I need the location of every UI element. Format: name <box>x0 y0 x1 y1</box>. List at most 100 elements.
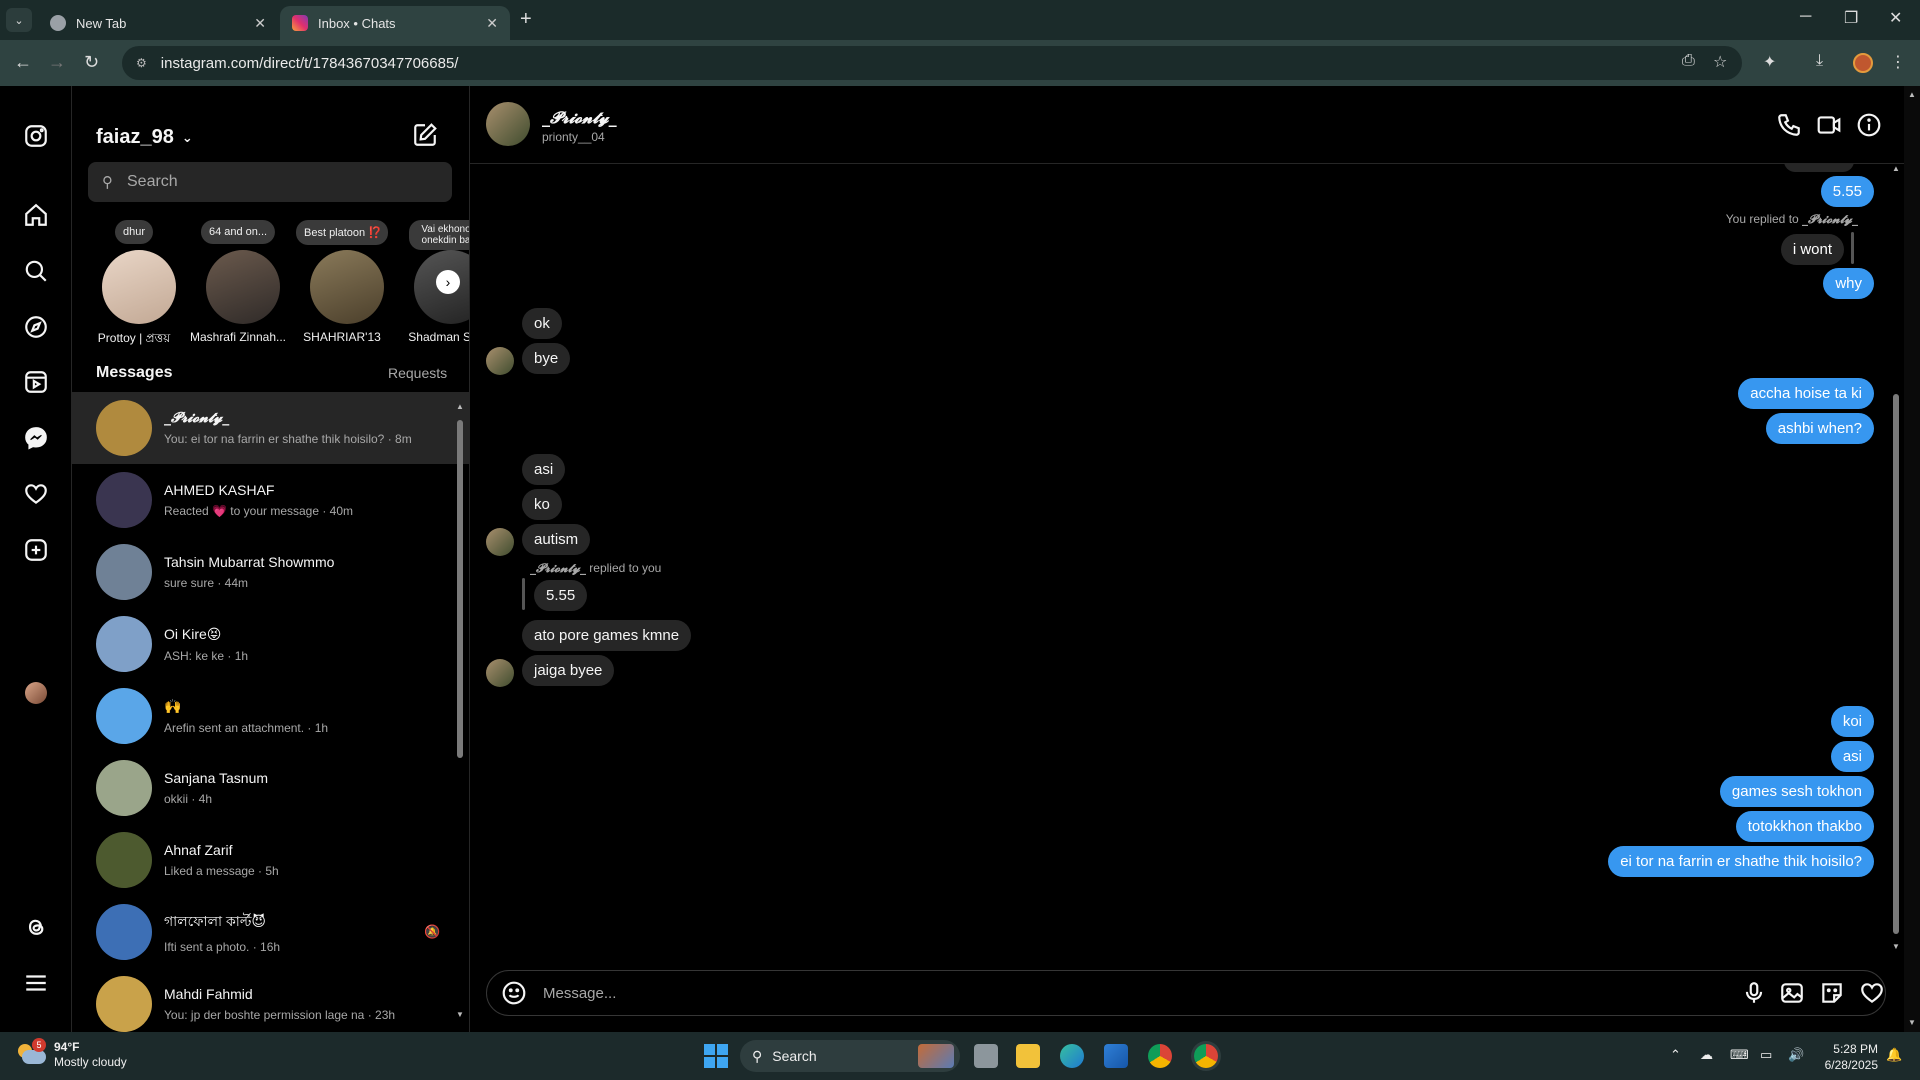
scrollbar-thumb[interactable] <box>457 420 463 758</box>
threads-icon[interactable] <box>22 913 50 941</box>
conversation-row[interactable]: Oi Kire😝 ASH: ke ke · 1h <box>72 608 469 680</box>
create-plus-icon[interactable] <box>22 536 50 564</box>
reload-icon[interactable]: ↻ <box>84 52 99 73</box>
new-message-compose-icon[interactable] <box>412 122 438 153</box>
close-window-icon[interactable]: ✕ <box>1889 8 1902 28</box>
message-bubble-outgoing[interactable]: 5.55 <box>1820 176 1874 207</box>
notification-bell-icon[interactable]: 🔔 <box>1886 1047 1902 1063</box>
chrome-icon[interactable] <box>1148 1044 1172 1068</box>
scrollbar-thumb[interactable] <box>1893 394 1899 934</box>
conversation-row[interactable]: 🙌 Arefin sent an attachment. · 1h <box>72 680 469 752</box>
message-bubble-outgoing[interactable]: ashbi when? <box>1765 413 1874 444</box>
bookmark-star-icon[interactable]: ☆ <box>1713 52 1727 72</box>
scroll-down-arrow-icon[interactable]: ▼ <box>456 1010 464 1019</box>
thread-scrollbar[interactable]: ▲ ▼ <box>1890 164 1902 954</box>
attach-image-icon[interactable] <box>1779 980 1805 1006</box>
voice-microphone-icon[interactable] <box>1741 980 1767 1006</box>
tab-new-tab[interactable]: New Tab ✕ <box>38 6 278 40</box>
browser-profile-avatar[interactable] <box>1853 53 1873 73</box>
new-tab-plus-icon[interactable]: + <box>520 8 532 31</box>
address-bar[interactable]: ⚙ instagram.com/direct/t/178436703477066… <box>122 46 1742 80</box>
message-bubble-incoming[interactable]: ok <box>522 308 562 339</box>
conversation-row[interactable]: AHMED KASHAF Reacted 💗 to your message · … <box>72 464 469 536</box>
page-scrollbar[interactable]: ▲ ▼ <box>1904 86 1920 1032</box>
conversation-row[interactable]: গালফোলা কার্ল্ট😈 Ifti sent a photo. · 16h… <box>72 896 469 968</box>
onedrive-icon[interactable]: ☁ <box>1700 1047 1713 1063</box>
message-input[interactable]: Message... <box>486 970 1886 1016</box>
search-input[interactable]: ⚲ Search <box>88 162 452 202</box>
scroll-down-arrow-icon[interactable]: ▼ <box>1892 942 1900 951</box>
forward-arrow-icon[interactable]: → <box>48 52 66 73</box>
scroll-down-arrow-icon[interactable]: ▼ <box>1908 1018 1916 1027</box>
message-bubble-incoming[interactable]: asi <box>522 454 566 485</box>
message-bubble-outgoing[interactable]: koi <box>1830 706 1874 737</box>
tray-overflow-chevron-icon[interactable]: ⌃ <box>1670 1047 1681 1063</box>
file-explorer-icon[interactable] <box>1016 1044 1040 1068</box>
message-bubble-incoming[interactable]: ko <box>522 489 562 520</box>
windows-start-icon[interactable] <box>704 1044 728 1068</box>
conversation-row[interactable]: Sanjana Tasnum okkii · 4h <box>72 752 469 824</box>
message-bubble-outgoing[interactable]: asi <box>1830 741 1874 772</box>
emoji-picker-icon[interactable] <box>501 980 527 1006</box>
conversation-list-scrollbar[interactable]: ▲ ▼ <box>456 402 464 1019</box>
message-bubble-incoming[interactable]: bye <box>522 343 571 374</box>
explore-compass-icon[interactable] <box>22 313 50 341</box>
video-call-icon[interactable] <box>1816 112 1842 138</box>
browser-menu-icon[interactable]: ⋮ <box>1890 52 1906 72</box>
sticker-icon[interactable] <box>1819 980 1845 1006</box>
volume-icon[interactable]: 🔊 <box>1788 1047 1804 1063</box>
search-icon[interactable] <box>22 257 50 285</box>
chat-partner-name[interactable]: _𝓟𝓻𝓲𝓸𝓷𝓽𝔂_ <box>542 108 617 128</box>
back-arrow-icon[interactable]: ← <box>14 52 32 73</box>
message-bubble-incoming[interactable]: autism <box>522 524 591 555</box>
conversation-info-icon[interactable] <box>1856 112 1882 138</box>
notifications-heart-icon[interactable] <box>22 480 50 508</box>
message-bubble-outgoing[interactable]: why <box>1823 268 1874 299</box>
audio-call-phone-icon[interactable] <box>1776 112 1802 138</box>
close-tab-icon[interactable]: ✕ <box>486 15 498 32</box>
scroll-up-arrow-icon[interactable]: ▲ <box>1892 164 1900 173</box>
account-switcher[interactable]: faiaz_98 ⌄ <box>96 126 193 149</box>
system-clock[interactable]: 5:28 PM 6/28/2025 <box>1810 1041 1878 1073</box>
chrome-active-icon[interactable] <box>1194 1044 1218 1068</box>
chat-partner-avatar[interactable] <box>486 102 530 146</box>
like-heart-icon[interactable] <box>1859 980 1885 1006</box>
extensions-puzzle-icon[interactable]: ✦ <box>1763 52 1776 72</box>
task-view-icon[interactable] <box>974 1044 998 1068</box>
close-tab-icon[interactable]: ✕ <box>254 15 266 32</box>
download-icon[interactable]: ⤓ <box>1816 52 1823 70</box>
scroll-up-arrow-icon[interactable]: ▲ <box>456 402 464 411</box>
restore-icon[interactable]: ❐ <box>1844 8 1858 28</box>
microsoft-store-icon[interactable] <box>1104 1044 1128 1068</box>
conversation-row[interactable]: Ahnaf Zarif Liked a message · 5h <box>72 824 469 896</box>
edge-browser-icon[interactable] <box>1060 1044 1084 1068</box>
conversation-row[interactable]: Mahdi Fahmid You: jp der boshte permissio… <box>72 968 469 1032</box>
message-bubble-incoming[interactable]: jaiga byee <box>522 655 615 686</box>
minimize-icon[interactable]: ─ <box>1800 8 1811 26</box>
more-menu-icon[interactable] <box>22 969 50 997</box>
home-icon[interactable] <box>22 201 50 229</box>
message-bubble-outgoing[interactable]: accha hoise ta ki <box>1738 378 1874 409</box>
message-bubble-incoming[interactable]: ato pore games kmne <box>522 620 692 651</box>
keyboard-icon[interactable]: ⌨ <box>1730 1047 1749 1063</box>
message-bubble-outgoing[interactable]: ei tor na farrin er shathe thik hoisilo? <box>1608 846 1874 877</box>
message-bubble-quoted[interactable]: i wont <box>1780 234 1844 265</box>
tab-search-chevron-icon[interactable]: ⌄ <box>6 8 32 32</box>
message-bubble-outgoing[interactable]: games sesh tokhon <box>1719 776 1874 807</box>
network-icon[interactable]: ▭ <box>1760 1047 1772 1063</box>
reels-icon[interactable] <box>22 368 50 396</box>
install-app-icon[interactable]: ⎙ <box>1682 52 1695 70</box>
site-info-icon[interactable]: ⚙ <box>136 56 147 70</box>
requests-link[interactable]: Requests <box>388 365 447 381</box>
instagram-logo-icon[interactable] <box>22 122 50 150</box>
conversation-row[interactable]: _𝓟𝓻𝓲𝓸𝓷𝓽𝔂_ You: ei tor na farrin er shathe… <box>72 392 469 464</box>
messenger-icon[interactable] <box>22 424 50 452</box>
stories-next-chevron-icon[interactable]: › <box>436 270 460 294</box>
profile-avatar[interactable] <box>25 682 47 704</box>
message-bubble-outgoing[interactable]: totokkhon thakbo <box>1735 811 1874 842</box>
tab-inbox-chats[interactable]: Inbox • Chats ✕ <box>280 6 510 40</box>
weather-widget[interactable]: 5 94°F Mostly cloudy <box>18 1038 127 1070</box>
conversation-row[interactable]: Tahsin Mubarrat Showmmo sure sure · 44m <box>72 536 469 608</box>
message-bubble-quoted[interactable]: 5.55 <box>534 580 588 611</box>
scroll-up-arrow-icon[interactable]: ▲ <box>1908 90 1916 99</box>
